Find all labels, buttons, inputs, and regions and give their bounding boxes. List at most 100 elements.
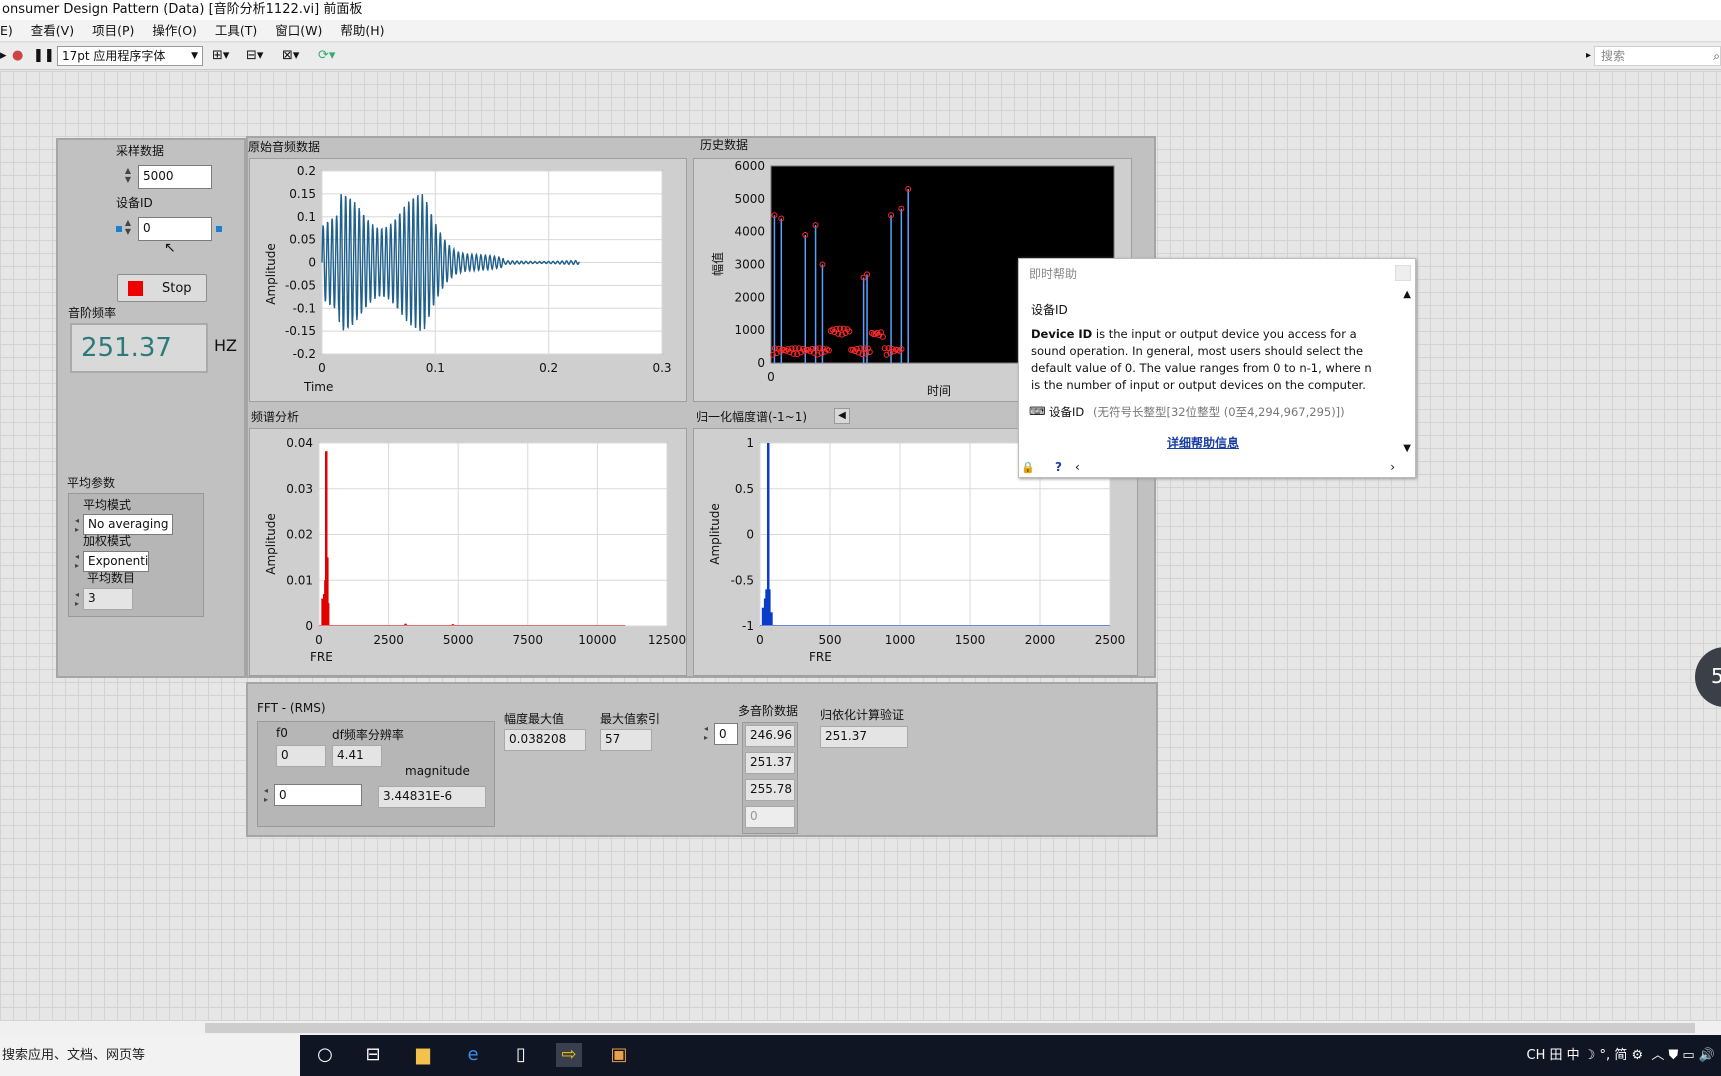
df-value: 4.41 — [332, 745, 382, 767]
spectrum-chart-title: 频谱分析 — [251, 410, 300, 424]
normalized-ytick: 0.5 — [735, 482, 754, 496]
resize-icon[interactable]: ⊠▾ — [282, 47, 299, 65]
controls-panel: 采样数据 ▲ ▼ 5000 设备ID ▲ ▼ 0 ↖ Stop 音阶频率 251.3… — [56, 138, 246, 678]
multi-value-0: 246.96 — [745, 725, 795, 747]
menu-edit[interactable]: E) — [0, 23, 13, 38]
avg-count-spinner[interactable]: ◂ ▸ — [71, 590, 83, 608]
raw-xtick: 0 — [318, 361, 326, 375]
multi-label: 多音阶数据 — [738, 704, 799, 718]
device-input[interactable]: 0 — [138, 217, 212, 241]
search-input[interactable]: 搜索 ⌕ — [1594, 46, 1721, 66]
normalized-xtick: 1500 — [955, 633, 986, 647]
normalized-xtick: 500 — [819, 633, 842, 647]
window-title: onsumer Design Pattern (Data) [音阶分析1122.… — [0, 0, 1721, 20]
scroll-left-icon[interactable]: ◀ — [834, 408, 850, 424]
raw-chart-title: 原始音频数据 — [248, 140, 321, 154]
history-ytick: 0 — [757, 356, 765, 370]
align-icon[interactable]: ⊞▾ — [212, 47, 229, 65]
device-spinner[interactable]: ▲ ▼ — [122, 218, 134, 236]
spectrum-xtick: 0 — [315, 633, 323, 647]
file-explorer-icon[interactable]: ▆ — [410, 1043, 436, 1067]
help-scroll-left-icon[interactable]: ‹ — [1075, 460, 1080, 474]
help-lock-icon[interactable]: 🔒 — [1021, 461, 1035, 474]
history-ylabel: 幅值 — [710, 252, 725, 276]
cortana-icon[interactable]: ○ — [312, 1043, 338, 1067]
raw-audio-chart: 0.20.150.10.050-0.05-0.1-0.15-0.20 0.1 0.2… — [264, 164, 672, 394]
normalized-xlabel: FRE — [809, 650, 832, 664]
help-detail-link[interactable]: 详细帮助信息 — [1167, 434, 1239, 451]
abort-icon[interactable]: ● — [12, 47, 23, 65]
task-view-icon[interactable]: ⊟ — [360, 1043, 386, 1067]
help-close-icon[interactable] — [1395, 265, 1411, 281]
tray-text: CH 田 中 ☽ °, 简 ⚙ — [1526, 1048, 1644, 1063]
stop-button[interactable]: Stop — [117, 274, 207, 302]
spectrum-ytick: 0.04 — [286, 436, 313, 450]
system-tray[interactable]: CH 田 中 ☽ °, 简 ⚙ ︿ ⛊ ▭ 🔊 — [1527, 1035, 1715, 1076]
notepad-icon[interactable]: ▯ — [508, 1043, 534, 1067]
run-arrow-icon[interactable]: ▸ — [0, 47, 7, 65]
labview-icon[interactable]: ⇨ — [556, 1043, 582, 1067]
menu-operate[interactable]: 操作(O) — [152, 23, 197, 38]
multi-spinner[interactable]: ◂ ▸ — [700, 724, 712, 742]
history-ytick: 1000 — [734, 323, 765, 337]
help-bold: Device ID — [1031, 327, 1093, 341]
reorder-icon[interactable]: ⟳▾ — [318, 47, 335, 65]
help-scroll-down-icon[interactable]: ▼ — [1403, 443, 1411, 454]
avg-section-label: 平均参数 — [67, 476, 116, 490]
freq-label: 音阶频率 — [68, 306, 117, 320]
font-select[interactable]: 17pt 应用程序字体 ▼ — [57, 46, 203, 66]
avg-mode-label: 平均模式 — [83, 498, 132, 512]
help-question-icon[interactable]: ? — [1055, 460, 1062, 474]
avg-count-input[interactable]: 3 — [83, 588, 133, 610]
sample-input[interactable]: 5000 — [138, 165, 212, 189]
weight-spinner[interactable]: ◂ ▸ — [71, 552, 83, 570]
menu-help[interactable]: 帮助(H) — [340, 23, 384, 38]
taskbar-search[interactable]: 搜索应用、文档、网页等 — [0, 1035, 300, 1076]
fft-cluster: f0 df频率分辨率 0 4.41 magnitude ◂ ▸ 0 3.44831… — [257, 721, 495, 827]
spectrum-xtick: 10000 — [578, 633, 616, 647]
raw-ytick: -0.15 — [285, 324, 316, 338]
raw-ytick: -0.2 — [293, 347, 316, 361]
multi-array: 246.96 251.37 255.78 0 — [742, 722, 798, 834]
help-title: 即时帮助 — [1029, 267, 1078, 281]
raw-ylabel: Amplitude — [264, 243, 278, 305]
sample-label: 采样数据 — [116, 144, 165, 158]
help-scroll-up-icon[interactable]: ▲ — [1403, 289, 1411, 300]
horizontal-scrollbar[interactable] — [0, 1021, 1721, 1035]
spectrum-xtick: 7500 — [513, 633, 544, 647]
max-index-label: 最大值索引 — [600, 712, 661, 726]
avg-mode-spinner[interactable]: ◂ ▸ — [71, 516, 83, 534]
spectrum-ylabel: Amplitude — [264, 513, 278, 575]
fft-index-input[interactable]: 0 — [274, 784, 362, 806]
help-type-icon: ⌨ — [1029, 404, 1046, 418]
normalized-ytick: -0.5 — [731, 573, 754, 587]
menu-view[interactable]: 查看(V) — [31, 23, 74, 38]
distribute-icon[interactable]: ⊟▾ — [246, 47, 263, 65]
selection-handle-left[interactable] — [116, 226, 122, 232]
menu-tools[interactable]: 工具(T) — [215, 23, 257, 38]
multi-index-input[interactable]: 0 — [714, 723, 738, 745]
help-scroll-right-icon[interactable]: › — [1390, 460, 1395, 474]
sample-spinner[interactable]: ▲ ▼ — [122, 166, 134, 184]
spectrum-ytick: 0 — [305, 619, 313, 633]
chevron-down-icon: ▼ — [191, 51, 198, 61]
spectrum-xtick: 2500 — [373, 633, 404, 647]
search-icon[interactable]: ⌕ — [1713, 47, 1720, 65]
fft-index-spinner[interactable]: ◂ ▸ — [260, 786, 272, 804]
pause-icon[interactable]: ❚❚ — [33, 47, 55, 65]
paint-icon[interactable]: ▣ — [606, 1043, 632, 1067]
multi-value-1: 251.37 — [745, 752, 795, 774]
raw-xlabel: Time — [303, 380, 333, 394]
selection-handle-right[interactable] — [216, 226, 222, 232]
stop-square-icon — [128, 281, 143, 296]
menu-bar: E) 查看(V) 项目(P) 操作(O) 工具(T) 窗口(W) 帮助(H) — [0, 20, 1721, 42]
multi-value-2: 255.78 — [745, 779, 795, 801]
menu-window[interactable]: 窗口(W) — [275, 23, 322, 38]
stop-label: Stop — [162, 281, 192, 296]
scrollbar-thumb[interactable] — [205, 1023, 1695, 1033]
edge-icon[interactable]: e — [460, 1043, 486, 1067]
help-type-name: 设备ID — [1049, 405, 1085, 419]
history-xlabel: 时间 — [927, 384, 951, 398]
spectrum-bar — [326, 603, 330, 626]
menu-project[interactable]: 项目(P) — [92, 23, 134, 38]
